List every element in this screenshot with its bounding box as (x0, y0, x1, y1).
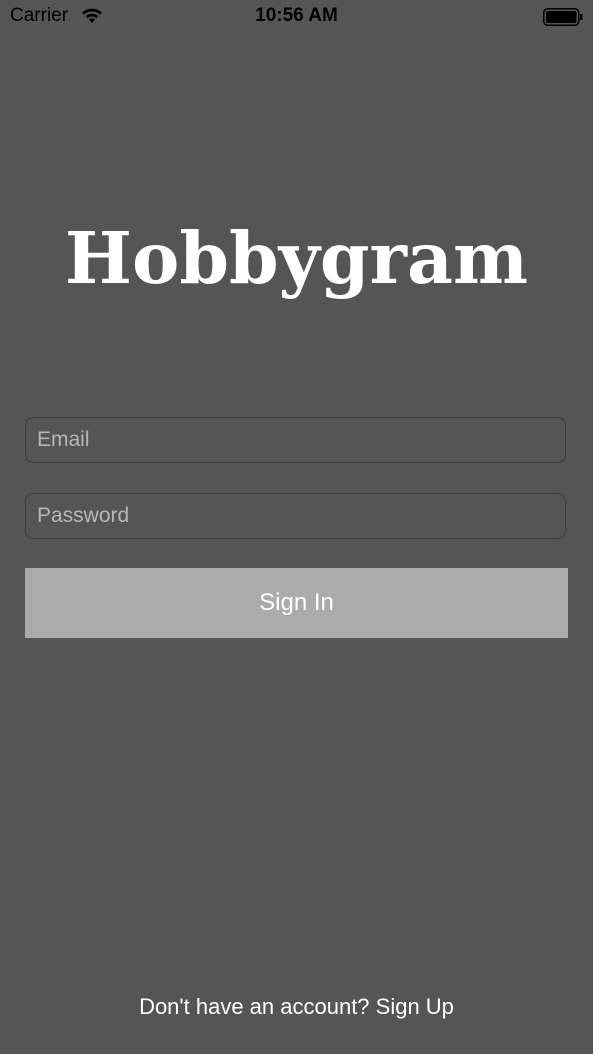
battery-icon (543, 8, 583, 26)
password-field[interactable] (25, 493, 566, 539)
status-time: 10:56 AM (255, 5, 338, 26)
login-screen: Carrier 10:56 AM Hobbygram Sign In Don't… (0, 0, 593, 1054)
sign-up-link[interactable]: Don't have an account? Sign Up (0, 993, 593, 1021)
status-bar: Carrier 10:56 AM (0, 0, 593, 34)
sign-in-button[interactable]: Sign In (25, 568, 568, 638)
app-logo: Hobbygram (64, 216, 529, 300)
email-field[interactable] (25, 417, 566, 463)
